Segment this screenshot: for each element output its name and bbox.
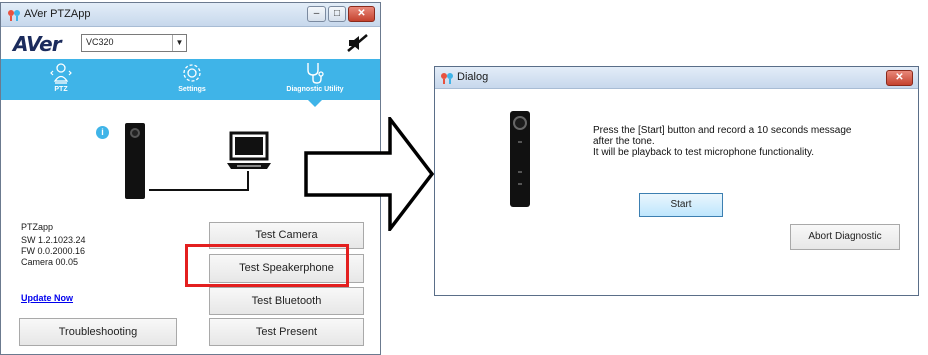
test-bluetooth-button[interactable]: Test Bluetooth bbox=[209, 287, 364, 315]
troubleshooting-button[interactable]: Troubleshooting bbox=[19, 318, 177, 346]
start-button[interactable]: Start bbox=[639, 193, 723, 217]
cable-line bbox=[247, 171, 249, 191]
aver-logo: AVer bbox=[13, 32, 62, 56]
tab-ptz-label: PTZ bbox=[54, 86, 68, 93]
dialog-titlebar: Dialog ✕ bbox=[435, 67, 918, 89]
nav-bar: PTZ Settings Diagnostic Utility bbox=[1, 59, 380, 100]
app-icon bbox=[441, 73, 453, 84]
abort-diagnostic-button[interactable]: Abort Diagnostic bbox=[790, 224, 900, 250]
minimize-button[interactable]: – bbox=[307, 6, 326, 22]
brand-bar: AVer VC320 ▼ bbox=[1, 28, 380, 59]
active-tab-pointer bbox=[308, 100, 322, 107]
ptz-camera-icon bbox=[50, 63, 72, 84]
window-title: AVer PTZApp bbox=[24, 8, 91, 20]
laptop-icon bbox=[227, 131, 271, 169]
camera-led bbox=[518, 141, 522, 143]
tab-settings[interactable]: Settings bbox=[132, 61, 252, 93]
tab-ptz[interactable]: PTZ bbox=[1, 61, 121, 93]
tab-settings-label: Settings bbox=[178, 86, 206, 93]
ptzapp-titlebar: AVer PTZApp – □ ✕ bbox=[1, 3, 380, 27]
stethoscope-icon bbox=[307, 63, 324, 84]
gear-icon bbox=[183, 64, 201, 82]
fw-version-text: FW 0.0.2000.16 bbox=[21, 246, 86, 256]
flow-arrow-icon bbox=[304, 117, 435, 231]
close-button[interactable]: ✕ bbox=[348, 6, 375, 22]
update-now-link[interactable]: Update Now bbox=[21, 293, 73, 303]
tab-diagnostic-utility-label: Diagnostic Utility bbox=[286, 86, 344, 93]
camera-led bbox=[518, 171, 522, 173]
model-select-value: VC320 bbox=[86, 37, 114, 47]
dialog-title: Dialog bbox=[457, 71, 489, 83]
dialog-message-line: after the tone. bbox=[593, 136, 655, 147]
camera-version-text: Camera 00.05 bbox=[21, 257, 79, 267]
dialog-message: Press the [Start] button and record a 10… bbox=[593, 125, 903, 158]
model-select[interactable]: VC320 ▼ bbox=[81, 34, 187, 52]
vc320-camera-illustration bbox=[510, 111, 530, 207]
app-name-text: PTZapp bbox=[21, 222, 54, 232]
app-icon bbox=[8, 10, 20, 21]
sw-version-text: SW 1.2.1023.24 bbox=[21, 235, 86, 245]
maximize-button[interactable]: □ bbox=[328, 6, 346, 22]
cable-line bbox=[149, 189, 249, 191]
dialog-message-line: Press the [Start] button and record a 10… bbox=[593, 125, 852, 136]
diagnostic-dialog: Dialog ✕ Press the [Start] button and re… bbox=[434, 66, 919, 296]
dialog-message-line: It will be playback to test microphone f… bbox=[593, 147, 815, 158]
camera-illustration bbox=[125, 123, 145, 199]
chevron-down-icon[interactable]: ▼ bbox=[172, 35, 186, 51]
tab-diagnostic-utility[interactable]: Diagnostic Utility bbox=[255, 61, 375, 93]
test-present-button[interactable]: Test Present bbox=[209, 318, 364, 346]
camera-led bbox=[518, 183, 522, 185]
camera-lens-icon bbox=[513, 116, 527, 130]
camera-lens-icon bbox=[130, 128, 140, 138]
dialog-close-button[interactable]: ✕ bbox=[886, 70, 913, 86]
mic-mute-icon[interactable] bbox=[346, 34, 368, 52]
info-icon[interactable]: i bbox=[96, 126, 109, 139]
speakerphone-highlight-box bbox=[185, 244, 349, 287]
